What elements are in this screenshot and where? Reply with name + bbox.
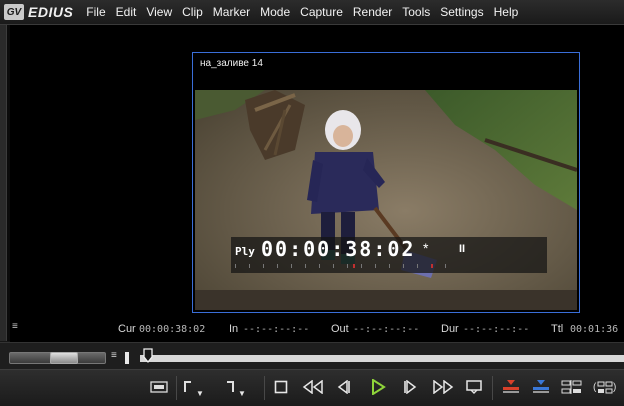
clip-icon[interactable] bbox=[148, 376, 170, 398]
meter-mark bbox=[431, 264, 433, 268]
step-forward-icon[interactable] bbox=[400, 376, 422, 398]
app-logo: GV bbox=[4, 4, 24, 20]
play-around-icon[interactable] bbox=[462, 376, 486, 398]
set-out-icon[interactable]: ▼ bbox=[224, 376, 246, 398]
play-icon[interactable] bbox=[366, 376, 390, 398]
menu-file[interactable]: File bbox=[81, 0, 110, 24]
pause-icon: II bbox=[459, 243, 466, 255]
out-label: Out bbox=[331, 323, 349, 335]
dur-label: Dur bbox=[441, 323, 459, 335]
preview-monitor[interactable]: на_заливе 14 Ply 00:00:38:02 * II bbox=[10, 25, 624, 347]
menu-view[interactable]: View bbox=[141, 0, 177, 24]
video-frame: на_заливе 14 Ply 00:00:38:02 * II bbox=[192, 52, 580, 313]
set-in-icon[interactable]: ▼ bbox=[182, 376, 204, 398]
osd-mode: Ply bbox=[235, 245, 255, 258]
menu-mode[interactable]: Mode bbox=[255, 0, 295, 24]
menu-render[interactable]: Render bbox=[348, 0, 397, 24]
menu-clip[interactable]: Clip bbox=[177, 0, 208, 24]
in-label: In bbox=[229, 323, 239, 335]
svg-text:(: ( bbox=[593, 382, 597, 393]
in-value: --:--:--:-- bbox=[243, 324, 310, 335]
clip-name: на_заливе 14 bbox=[200, 58, 263, 69]
timecode-info-row: Cur 00:00:38:02 In --:--:--:-- Out --:--… bbox=[0, 322, 624, 338]
out-value: --:--:--:-- bbox=[353, 324, 420, 335]
position-track[interactable] bbox=[140, 355, 624, 362]
menu-help[interactable]: Help bbox=[489, 0, 524, 24]
dur-value: --:--:--:-- bbox=[463, 324, 530, 335]
osd-timecode: 00:00:38:02 bbox=[261, 237, 416, 261]
add-marker-icon[interactable] bbox=[560, 376, 584, 398]
cur-value: 00:00:38:02 bbox=[139, 324, 206, 335]
fast-forward-icon[interactable] bbox=[430, 376, 456, 398]
meter-mark bbox=[353, 264, 355, 268]
playhead-handle[interactable] bbox=[143, 348, 153, 364]
scrub-in-marker bbox=[125, 352, 129, 364]
app-brand: EDIUS bbox=[28, 4, 74, 20]
ttl-label: Ttl bbox=[551, 323, 564, 335]
video-image bbox=[195, 90, 577, 310]
menu-capture[interactable]: Capture bbox=[295, 0, 348, 24]
menu-settings[interactable]: Settings bbox=[435, 0, 488, 24]
rewind-icon[interactable] bbox=[300, 376, 326, 398]
separator bbox=[176, 376, 177, 400]
overwrite-to-timeline-icon[interactable] bbox=[530, 376, 552, 398]
timecode-osd: Ply 00:00:38:02 * II bbox=[231, 237, 547, 273]
audio-meter bbox=[235, 264, 455, 268]
shuttle-slider[interactable] bbox=[9, 352, 106, 364]
osd-indicator: * bbox=[423, 240, 429, 256]
options-icon[interactable]: () bbox=[592, 376, 618, 398]
menu-marker[interactable]: Marker bbox=[208, 0, 255, 24]
separator bbox=[264, 376, 265, 400]
menu-edit[interactable]: Edit bbox=[111, 0, 142, 24]
separator bbox=[492, 376, 493, 400]
step-back-icon[interactable] bbox=[332, 376, 354, 398]
left-panel-edge bbox=[0, 25, 7, 341]
ttl-value: 00:01:36 bbox=[570, 324, 619, 335]
transport-bar: ▼ ▼ () bbox=[0, 369, 624, 406]
insert-to-timeline-icon[interactable] bbox=[500, 376, 522, 398]
menu-tools[interactable]: Tools bbox=[397, 0, 435, 24]
video-frame-picture bbox=[195, 90, 577, 310]
scrubber-area: ≡ bbox=[0, 342, 624, 369]
stop-icon[interactable] bbox=[270, 376, 292, 398]
menu-bar: GV EDIUS File Edit View Clip Marker Mode… bbox=[0, 0, 624, 25]
cur-label: Cur bbox=[118, 323, 136, 335]
scrub-menu-icon[interactable]: ≡ bbox=[111, 350, 117, 361]
svg-text:): ) bbox=[613, 382, 616, 393]
shuttle-knob[interactable] bbox=[50, 352, 78, 364]
